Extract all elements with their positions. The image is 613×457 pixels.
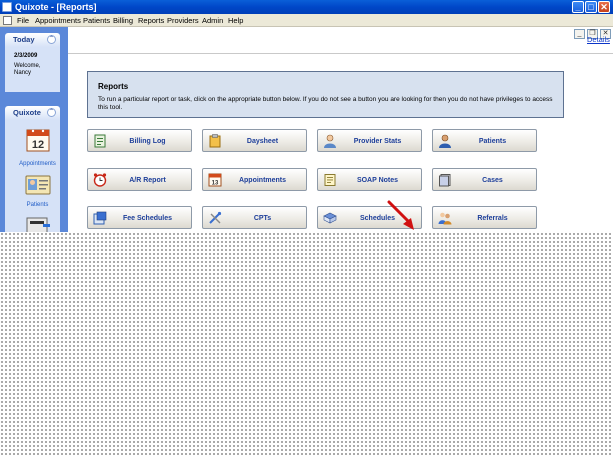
mdi-minimize-button[interactable]: _	[574, 29, 585, 39]
appointments-label: Appointments	[238, 177, 287, 184]
sidebar: Today ⌃ 2/3/2009 Welcome, Nancy Quixote …	[0, 27, 68, 233]
provider-stats-label: Provider Stats	[353, 138, 402, 145]
menu-reports[interactable]: Reports	[138, 16, 164, 25]
cpts-button[interactable]: CPTs	[202, 206, 307, 229]
user-name: Nancy	[14, 70, 32, 76]
nav-appointments[interactable]: Appointments	[10, 161, 65, 167]
alarm-clock-icon	[93, 173, 107, 187]
menu-bar: File Appointments Patients Billing Repor…	[0, 14, 613, 39]
collapse-icon[interactable]: ⌃	[47, 35, 56, 44]
patient-card-icon[interactable]	[25, 173, 51, 197]
referrals-button[interactable]: Referrals	[432, 206, 537, 229]
billing-log-label: Billing Log	[129, 138, 166, 145]
quixote-panel-title: Quixote	[13, 108, 41, 117]
billing-log-button[interactable]: Billing Log	[87, 129, 192, 152]
cases-label: Cases	[482, 177, 503, 184]
patients-button[interactable]: Patients	[432, 129, 537, 152]
reports-title: Reports	[98, 82, 129, 91]
tools-icon	[209, 211, 222, 224]
quixote-panel-body: 12 Appointments Patients	[5, 120, 60, 233]
dotted-overlay	[0, 232, 613, 457]
calendar-day-number: 12	[32, 139, 44, 151]
calendar-icon[interactable]: 12	[25, 128, 51, 152]
person-icon	[439, 134, 451, 148]
menu-file[interactable]: File	[17, 16, 29, 25]
window-titlebar: Quixote - [Reports] _ □ ✕	[0, 0, 613, 14]
today-panel-header[interactable]: Today ⌃	[5, 33, 60, 47]
app-icon	[2, 2, 12, 12]
svg-text:13: 13	[212, 181, 219, 187]
nav-patients[interactable]: Patients	[10, 202, 65, 208]
provider-stats-button[interactable]: Provider Stats	[317, 129, 422, 152]
cases-button[interactable]: Cases	[432, 168, 537, 191]
calendar-icon: 13	[208, 173, 222, 187]
soap-notes-label: SOAP Notes	[356, 177, 399, 184]
fee-sheet-icon	[93, 211, 107, 225]
folder-icon	[439, 174, 451, 187]
daysheet-button[interactable]: Daysheet	[202, 129, 307, 152]
appointments-button[interactable]: 13 Appointments	[202, 168, 307, 191]
menu-billing[interactable]: Billing	[113, 16, 133, 25]
today-panel-body: 2/3/2009 Welcome, Nancy	[5, 47, 60, 92]
header-divider	[68, 53, 613, 54]
today-panel-title: Today	[13, 35, 35, 44]
reports-description: To run a particular report or task, clic…	[98, 96, 553, 111]
soap-notes-button[interactable]: SOAP Notes	[317, 168, 422, 191]
red-pointer-arrow-icon	[387, 200, 414, 230]
reports-info-panel: Reports To run a particular report or ta…	[87, 71, 564, 118]
people-icon	[438, 212, 452, 225]
menu-providers[interactable]: Providers	[167, 16, 199, 25]
document-icon	[3, 16, 12, 25]
clipboard-icon	[209, 134, 221, 148]
welcome-text: Welcome,	[14, 63, 41, 69]
ar-report-label: A/R Report	[129, 177, 166, 184]
person-icon	[324, 134, 336, 148]
ledger-icon	[94, 134, 106, 148]
quixote-panel-header[interactable]: Quixote ⌃	[5, 106, 60, 120]
fee-schedules-button[interactable]: Fee Schedules	[87, 206, 192, 229]
cpts-label: CPTs	[253, 215, 272, 222]
book-icon	[323, 212, 337, 224]
window-title: Quixote - [Reports]	[15, 2, 97, 12]
menu-appointments[interactable]: Appointments	[35, 16, 81, 25]
menu-help[interactable]: Help	[228, 16, 243, 25]
menu-patients[interactable]: Patients	[83, 16, 110, 25]
notes-icon	[324, 174, 336, 186]
patients-label: Patients	[478, 138, 507, 145]
close-button[interactable]: ✕	[598, 1, 610, 13]
daysheet-label: Daysheet	[246, 138, 279, 145]
billing-icon[interactable]	[25, 214, 51, 233]
minimize-button[interactable]: _	[572, 1, 584, 13]
menu-admin[interactable]: Admin	[202, 16, 223, 25]
collapse-icon[interactable]: ⌃	[47, 108, 56, 117]
fee-schedules-label: Fee Schedules	[122, 215, 173, 222]
ar-report-button[interactable]: A/R Report	[87, 168, 192, 191]
today-date: 2/3/2009	[14, 53, 38, 59]
details-link[interactable]: Details	[587, 35, 610, 44]
maximize-button[interactable]: □	[585, 1, 597, 13]
referrals-label: Referrals	[477, 215, 508, 222]
